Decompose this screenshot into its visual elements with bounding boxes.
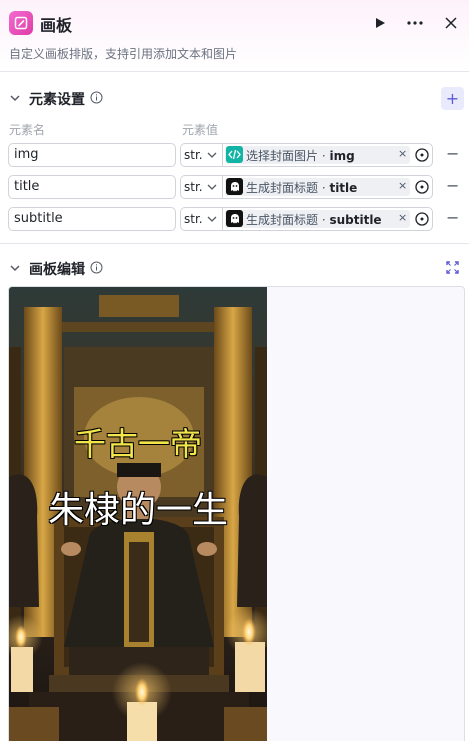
code-plugin-icon	[226, 146, 243, 163]
type-select-label: str.	[184, 180, 203, 194]
panel-title: 画板	[40, 16, 73, 35]
element-row-img: img str. 选择封面图片 · img × −	[0, 143, 469, 167]
reference-field: subtitle	[329, 213, 382, 227]
type-select[interactable]: str.	[181, 144, 223, 166]
plus-icon: +	[445, 89, 460, 108]
canvas-edit-icon	[9, 11, 33, 35]
more-button[interactable]	[404, 12, 426, 34]
elements-section-title: 元素设置	[29, 92, 85, 108]
chevron-down-icon	[207, 152, 217, 158]
reference-source: 生成封面标题 ·	[246, 213, 330, 227]
remove-row-button[interactable]: −	[446, 178, 459, 194]
reference-picker-icon[interactable]	[415, 180, 429, 194]
canvas-section-title: 画板编辑	[29, 262, 85, 278]
add-element-button[interactable]: +	[441, 87, 464, 110]
chevron-down-icon[interactable]	[9, 92, 21, 104]
info-icon[interactable]	[90, 261, 103, 274]
llm-icon	[226, 210, 243, 227]
remove-reference-icon[interactable]: ×	[398, 179, 407, 192]
llm-icon	[226, 178, 243, 195]
element-name-input[interactable]: subtitle	[8, 207, 176, 231]
run-button[interactable]	[369, 12, 391, 34]
canvas-section-header[interactable]: 画板编辑	[0, 257, 469, 279]
canvas-board[interactable]: 千古一帝 朱棣的一生	[8, 286, 465, 741]
type-select-label: str.	[184, 148, 203, 162]
fullscreen-icon[interactable]	[446, 261, 459, 274]
panel-header: 画板 自定义画板排版，支持引用添加文本和图片	[0, 0, 469, 72]
type-select-label: str.	[184, 212, 203, 226]
more-icon	[407, 21, 423, 25]
play-icon	[376, 18, 385, 28]
element-row-subtitle: subtitle str. 生成封面标题 · subtitle × −	[0, 207, 469, 231]
reference-source: 选择封面图片 ·	[246, 149, 330, 163]
close-button[interactable]	[440, 12, 462, 34]
column-header-value: 元素值	[182, 123, 219, 137]
cover-image[interactable]: 千古一帝 朱棣的一生	[9, 287, 267, 741]
close-icon	[445, 17, 457, 29]
chevron-down-icon	[207, 216, 217, 222]
reference-source: 生成封面标题 ·	[246, 181, 330, 195]
element-value-field[interactable]: str. 生成封面标题 · subtitle ×	[180, 207, 433, 231]
reference-picker-icon[interactable]	[415, 212, 429, 226]
element-value-field[interactable]: str. 生成封面标题 · title ×	[180, 175, 433, 199]
canvas-subtitle-text[interactable]: 朱棣的一生	[9, 481, 267, 533]
reference-chip[interactable]: 选择封面图片 · img ×	[225, 146, 410, 164]
panel-subtitle: 自定义画板排版，支持引用添加文本和图片	[9, 47, 238, 61]
type-select[interactable]: str.	[181, 208, 223, 230]
section-divider	[0, 243, 469, 244]
column-header-name: 元素名	[9, 123, 46, 137]
reference-field: title	[329, 181, 358, 195]
info-icon[interactable]	[90, 91, 103, 104]
remove-row-button[interactable]: −	[446, 146, 459, 162]
remove-row-button[interactable]: −	[446, 210, 459, 226]
elements-section-header[interactable]: 元素设置	[0, 87, 469, 109]
reference-chip[interactable]: 生成封面标题 · subtitle ×	[225, 210, 410, 228]
remove-reference-icon[interactable]: ×	[398, 211, 407, 224]
reference-chip[interactable]: 生成封面标题 · title ×	[225, 178, 410, 196]
element-name-input[interactable]: img	[8, 143, 176, 167]
chevron-down-icon	[207, 184, 217, 190]
element-value-field[interactable]: str. 选择封面图片 · img ×	[180, 143, 433, 167]
canvas-title-text[interactable]: 千古一帝	[9, 419, 267, 465]
chevron-down-icon[interactable]	[9, 262, 21, 274]
element-row-title: title str. 生成封面标题 · title × −	[0, 175, 469, 199]
element-name-input[interactable]: title	[8, 175, 176, 199]
reference-field: img	[329, 149, 355, 163]
type-select[interactable]: str.	[181, 176, 223, 198]
reference-picker-icon[interactable]	[415, 148, 429, 162]
remove-reference-icon[interactable]: ×	[398, 147, 407, 160]
